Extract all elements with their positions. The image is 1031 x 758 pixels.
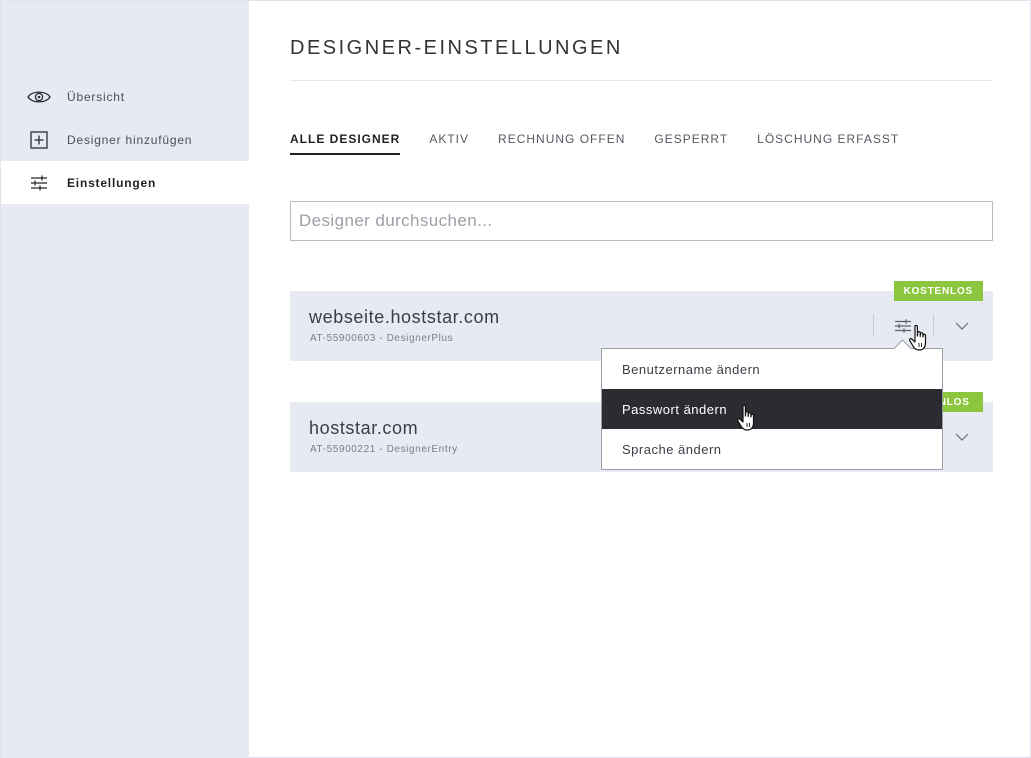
app-window: Übersicht Designer hinzufügen Einstellun… — [0, 0, 1031, 758]
tab-active[interactable]: AKTIV — [429, 132, 469, 155]
actions-divider — [933, 314, 934, 336]
designer-meta: AT-55900221 - DesignerEntry — [310, 444, 458, 455]
expand-button[interactable] — [950, 429, 974, 445]
designer-domain: webseite.hoststar.com — [309, 307, 500, 327]
expand-button[interactable] — [950, 318, 974, 334]
sidebar-item-overview[interactable]: Übersicht — [1, 75, 249, 118]
sidebar-item-label: Designer hinzufügen — [67, 132, 193, 147]
menu-item-change-password[interactable]: Passwort ändern — [602, 389, 942, 429]
tab-deletion-recorded[interactable]: LÖSCHUNG ERFASST — [757, 132, 899, 155]
sliders-icon — [895, 319, 911, 333]
search-box — [290, 201, 993, 241]
sidebar-item-settings[interactable]: Einstellungen — [1, 161, 249, 204]
sidebar-item-label: Übersicht — [67, 89, 125, 104]
search-input[interactable] — [299, 211, 992, 231]
chevron-down-icon — [955, 433, 969, 441]
tab-locked[interactable]: GESPERRT — [654, 132, 728, 155]
chevron-down-icon — [955, 322, 969, 330]
designer-meta: AT-55900603 - DesignerPlus — [310, 333, 454, 344]
tab-all-designers[interactable]: ALLE DESIGNER — [290, 132, 401, 155]
menu-item-change-language[interactable]: Sprache ändern — [602, 429, 942, 469]
sidebar-item-add-designer[interactable]: Designer hinzufügen — [1, 118, 249, 161]
plus-square-icon — [27, 130, 51, 150]
filter-tabs: ALLE DESIGNER AKTIV RECHNUNG OFFEN GESPE… — [290, 132, 928, 155]
page-title: DESIGNER-EINSTELLUNGEN — [290, 37, 623, 59]
menu-item-change-username[interactable]: Benutzername ändern — [602, 349, 942, 389]
actions-divider — [873, 314, 874, 336]
sliders-icon — [27, 173, 51, 193]
title-divider — [290, 80, 993, 81]
sidebar-nav: Übersicht Designer hinzufügen Einstellun… — [1, 75, 249, 204]
settings-button[interactable] — [886, 315, 920, 337]
designer-domain: hoststar.com — [309, 418, 419, 438]
tab-invoice-open[interactable]: RECHNUNG OFFEN — [498, 132, 625, 155]
sidebar-item-label: Einstellungen — [67, 175, 157, 190]
settings-dropdown-menu: Benutzername ändern Passwort ändern Spra… — [601, 348, 943, 470]
eye-icon — [27, 87, 51, 107]
sidebar: Übersicht Designer hinzufügen Einstellun… — [1, 1, 249, 758]
plan-badge: KOSTENLOS — [893, 281, 983, 301]
